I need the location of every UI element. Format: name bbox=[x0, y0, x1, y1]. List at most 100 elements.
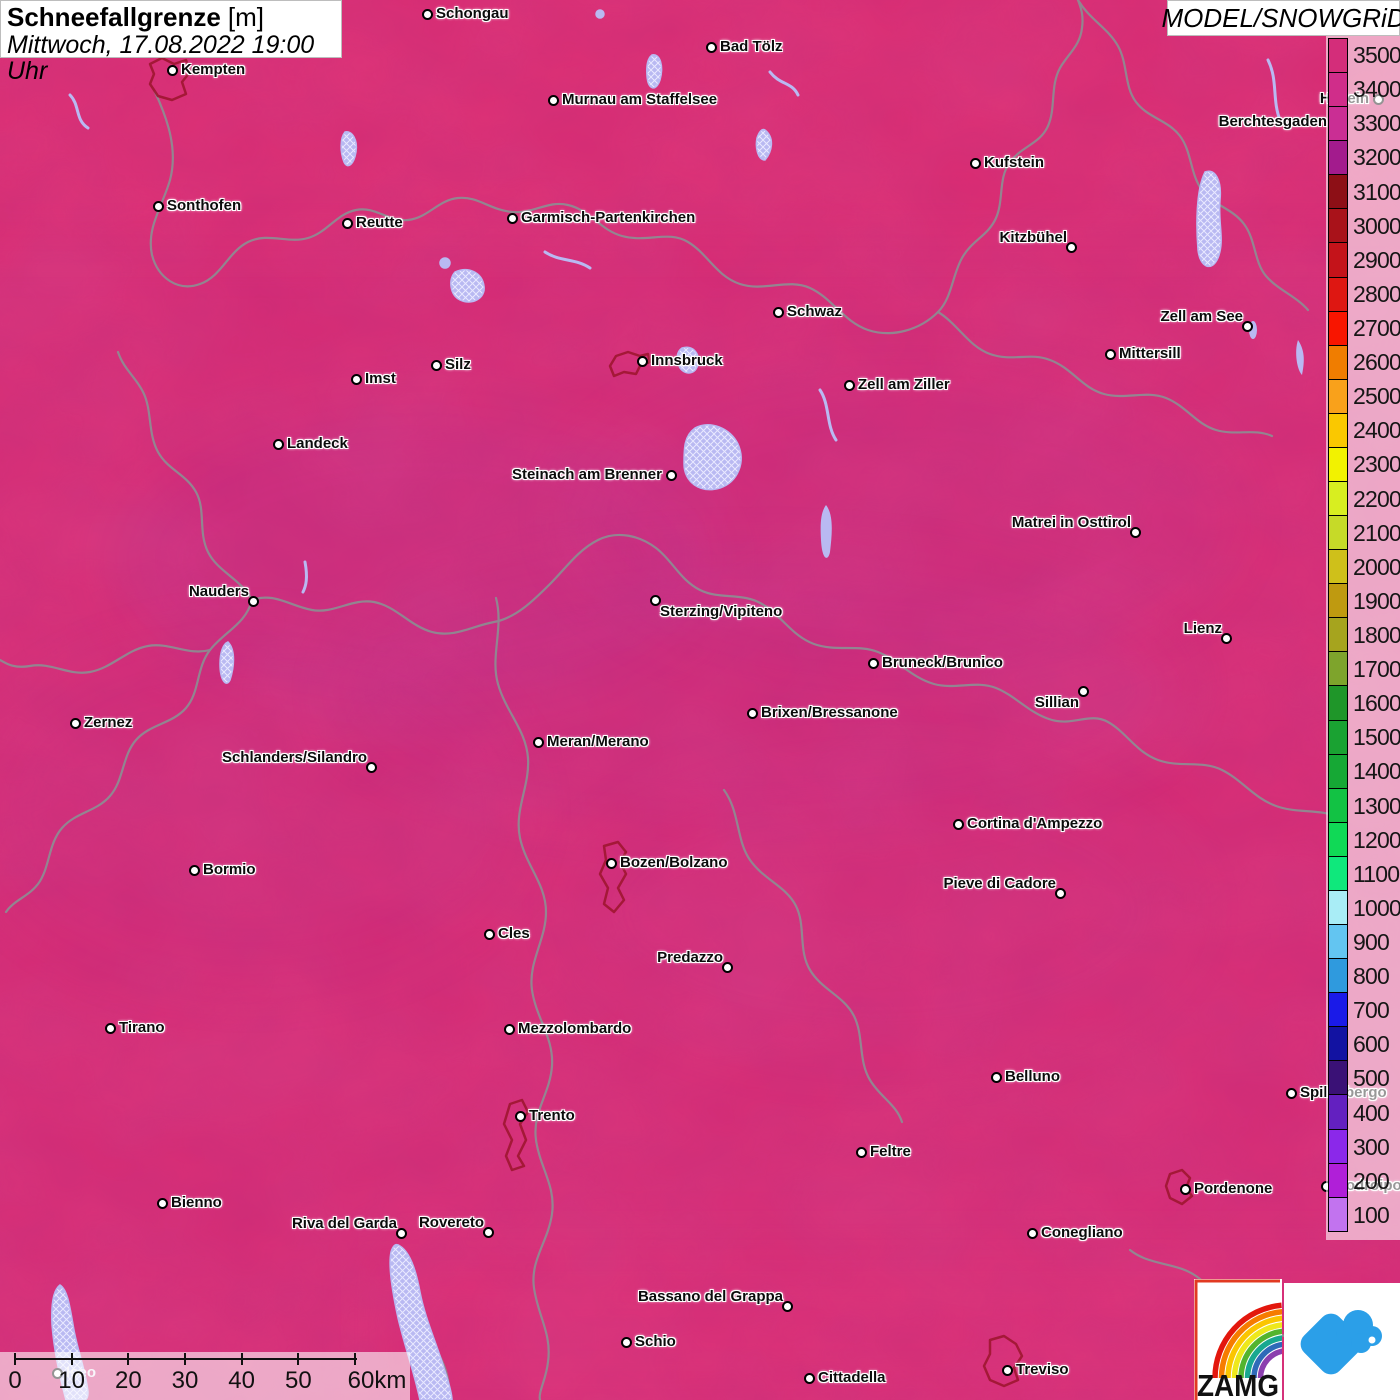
scale-tick-label: 20 bbox=[114, 1367, 142, 1394]
colorbar-segment-1300 bbox=[1329, 788, 1347, 823]
city-dot bbox=[272, 438, 284, 450]
colorbar-tick-label: 500 bbox=[1353, 1065, 1390, 1092]
city-dot bbox=[152, 200, 164, 212]
city-dot bbox=[547, 94, 559, 106]
colorbar-tick-label: 1900 bbox=[1353, 587, 1400, 614]
scale-tick bbox=[127, 1353, 130, 1365]
page-title: Schneefallgrenze bbox=[7, 2, 221, 32]
colorbar-segment-400 bbox=[1329, 1095, 1347, 1130]
city-label: Mittersill bbox=[1119, 345, 1181, 362]
city-dot bbox=[1077, 685, 1089, 697]
colorbar-tick-label: 1300 bbox=[1353, 792, 1400, 819]
colorbar-segment-1900 bbox=[1329, 584, 1347, 619]
colorbar-tick-label: 2100 bbox=[1353, 519, 1400, 546]
zamg-logo: ZAMG bbox=[1194, 1279, 1282, 1400]
city-dot bbox=[605, 857, 617, 869]
city-label: Brixen/Bressanone bbox=[761, 704, 898, 721]
city-dot bbox=[990, 1071, 1002, 1083]
city-layer: Schongau Bad Tölz Kempten Murnau am Staffel… bbox=[0, 0, 1400, 1400]
colorbar-segment-2400 bbox=[1329, 413, 1347, 448]
city-label: Reutte bbox=[356, 214, 403, 231]
colorbar-segment-3500 bbox=[1329, 39, 1347, 74]
colorbar-tick-label: 800 bbox=[1353, 963, 1390, 990]
colorbar-segment-1800 bbox=[1329, 618, 1347, 653]
city-dot bbox=[665, 469, 677, 481]
city-label: Mezzolombardo bbox=[518, 1020, 632, 1037]
city-label: Steinach am Brenner bbox=[511, 466, 662, 483]
city-label: Meran/Merano bbox=[547, 733, 649, 750]
colorbar-segment-2700 bbox=[1329, 311, 1347, 346]
city-dot bbox=[365, 761, 377, 773]
city-label: Silz bbox=[445, 356, 471, 373]
colorbar-tick-label: 1600 bbox=[1353, 690, 1400, 717]
colorbar-segment-3400 bbox=[1329, 73, 1347, 108]
city-dot bbox=[1054, 887, 1066, 899]
city-dot bbox=[649, 594, 661, 606]
colorbar-tick-label: 2700 bbox=[1353, 314, 1400, 341]
colorbar-tick-label: 1000 bbox=[1353, 894, 1400, 921]
colorbar-segment-1200 bbox=[1329, 822, 1347, 857]
scale-tick-label: 10 bbox=[58, 1367, 86, 1394]
city-label: Bruneck/Brunico bbox=[882, 654, 1003, 671]
city-dot bbox=[772, 306, 784, 318]
city-dot bbox=[867, 657, 879, 669]
colorbar-segment-200 bbox=[1329, 1163, 1347, 1198]
colorbar-segment-1100 bbox=[1329, 856, 1347, 891]
city-dot bbox=[1065, 241, 1077, 253]
city-dot bbox=[952, 818, 964, 830]
colorbar-segment-600 bbox=[1329, 1027, 1347, 1062]
valid-datetime: Mittwoch, 17.08.2022 19:00 Uhr bbox=[7, 31, 315, 85]
city-label: Sonthofen bbox=[167, 197, 242, 214]
colorbar-tick-label: 2000 bbox=[1353, 553, 1400, 580]
city-dot bbox=[636, 355, 648, 367]
city-dot bbox=[721, 961, 733, 973]
city-label: Treviso bbox=[1016, 1361, 1069, 1378]
colorbar-tick-label: 2400 bbox=[1353, 417, 1400, 444]
city-label: Kufstein bbox=[984, 154, 1044, 171]
city-dot bbox=[482, 1226, 494, 1238]
scale-tick-label: 0 bbox=[8, 1367, 22, 1394]
city-dot bbox=[503, 1023, 515, 1035]
scale-tick-label: 50 bbox=[284, 1367, 312, 1394]
city-label: Bienno bbox=[171, 1194, 222, 1211]
colorbar-tick-label: 1700 bbox=[1353, 656, 1400, 683]
colorbar-tick-label: 2800 bbox=[1353, 280, 1400, 307]
scale-tick bbox=[240, 1353, 243, 1365]
city-dot bbox=[1129, 526, 1141, 538]
city-dot bbox=[1241, 320, 1253, 332]
city-dot bbox=[843, 379, 855, 391]
colorbar-segment-1700 bbox=[1329, 652, 1347, 687]
city-dot bbox=[430, 359, 442, 371]
colorbar-tick-label: 3500 bbox=[1353, 42, 1400, 69]
scale-ruler bbox=[15, 1358, 357, 1360]
colorbar-tick-label: 1800 bbox=[1353, 622, 1400, 648]
city-label: Belluno bbox=[1005, 1068, 1060, 1085]
city-dot bbox=[803, 1372, 815, 1384]
map-stage: Schongau Bad Tölz Kempten Murnau am Staffel… bbox=[0, 0, 1400, 1400]
model-badge: MODEL/SNOWGRiD bbox=[1161, 0, 1400, 36]
colorbar-segment-2800 bbox=[1329, 277, 1347, 312]
scale-tick bbox=[354, 1353, 356, 1365]
scale-tick-label: 30 bbox=[171, 1367, 199, 1394]
colorbar-segment-3300 bbox=[1329, 107, 1347, 142]
city-label: Conegliano bbox=[1041, 1224, 1123, 1241]
colorbar-segment-3100 bbox=[1329, 175, 1347, 210]
city-label: Murnau am Staffelsee bbox=[562, 91, 718, 108]
city-dot bbox=[421, 8, 433, 20]
city-label: Riva del Garda bbox=[291, 1215, 397, 1232]
colorbar-segment-2900 bbox=[1329, 243, 1347, 278]
city-dot bbox=[483, 928, 495, 940]
colorbar-segment-1000 bbox=[1329, 890, 1347, 926]
city-dot bbox=[1104, 348, 1116, 360]
city-label: Feltre bbox=[870, 1143, 911, 1160]
city-label: Zell am See bbox=[1160, 308, 1243, 325]
city-dot bbox=[188, 864, 200, 876]
colorbar-segment-3000 bbox=[1329, 209, 1347, 244]
colorbar-tick-label: 200 bbox=[1353, 1167, 1390, 1194]
city-label: Imst bbox=[365, 370, 396, 387]
city-dot bbox=[156, 1197, 168, 1209]
colorbar-segment-1600 bbox=[1329, 686, 1347, 721]
scale-tick-label: 40 bbox=[228, 1367, 256, 1394]
city-label: Kitzbühel bbox=[999, 229, 1068, 246]
city-label: Sillian bbox=[1034, 694, 1079, 711]
